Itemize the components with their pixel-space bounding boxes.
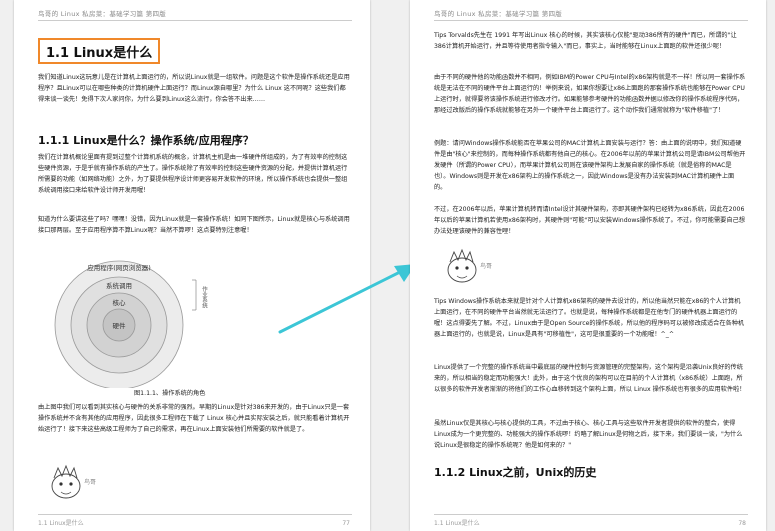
page-number: 77 <box>342 520 350 527</box>
paragraph: 由于不同的硬件他的功能函数并不相同，例如IBM的Power CPU与Intel的… <box>434 74 746 114</box>
chapter-title: 1.1 Linux是什么 <box>46 46 153 61</box>
footer-section: 1.1 Linux是什么 <box>434 520 480 527</box>
svg-text:鸟哥: 鸟哥 <box>480 262 492 270</box>
example-paragraph: 例题：请问Windows操作系统能否在苹果公司的MAC计算机上面安装与运行？答：… <box>434 140 746 191</box>
paragraph: Linux提供了一个完整的操作系统当中最底层的硬件控制与资源管理的完整架构，这个… <box>434 364 746 393</box>
tip-paragraph: Tips Torvalds先生在 1991 年写出Linux 核心的时候，其实该… <box>434 32 737 50</box>
diagram-label: 系统调用 <box>106 281 132 290</box>
footer-divider <box>38 514 352 515</box>
page-header: 鸟哥的 Linux 私房菜：基础学习篇 第四版 <box>434 10 563 18</box>
mascot-illustration: 鸟哥 <box>447 248 492 283</box>
paragraph: 由上图中我们可以看到其实核心与硬件的关系非常的强烈。早期的Linux是针对386… <box>38 404 350 433</box>
side-label: 作业系统 <box>201 285 208 310</box>
figure-caption: 图1.1.1、操作系统的角色 <box>134 390 206 397</box>
diagram-label: 应用程序(网页浏览器) <box>87 263 151 272</box>
paragraph: 不过，在2006年以后，苹果计算机转而请Intel设计其硬件架构，亦即其硬件架构… <box>434 206 745 235</box>
header-divider <box>434 20 748 21</box>
header-divider <box>38 20 352 21</box>
paragraph: 知道为什么要讲这些了吗？嘿嘿！没错，因为Linux就是一套操作系统！如同下图所示… <box>38 216 350 234</box>
section-heading: 1.1.2 Linux之前，Unix的历史 <box>434 466 597 479</box>
section-heading: 1.1.1 Linux是什么？操作系统/应用程序？ <box>38 134 254 147</box>
paragraph: 虽然Linux仅是其核心与核心提供的工具，不过由于核心、核心工具与这些软件开发者… <box>434 420 743 449</box>
diagram-label: 硬件 <box>113 321 127 330</box>
diagram-label: 核心 <box>113 298 127 307</box>
annotation-arrow <box>278 264 416 334</box>
svg-text:鸟哥: 鸟哥 <box>84 478 96 486</box>
os-layers-diagram: 应用程序(网页浏览器) 系统调用 核心 硬件 作业系统 <box>54 260 208 388</box>
page-number: 78 <box>738 520 746 527</box>
page-header: 鸟哥的 Linux 私房菜：基础学习篇 第四版 <box>38 10 167 18</box>
footer-section: 1.1 Linux是什么 <box>38 520 84 527</box>
tip-paragraph: Tips Windows操作系统本来就是针对个人计算机x86架构的硬件去设计的，… <box>434 298 745 338</box>
paragraph: 我们在计算机概论里面有提到过整个计算机系统的概念，计算机主机是由一堆硬件所组成的… <box>38 154 348 194</box>
footer-divider <box>434 514 748 515</box>
mascot-illustration: 鸟哥 <box>51 464 96 499</box>
right-page: 鸟哥的 Linux 私房菜：基础学习篇 第四版 Tips Torvalds先生在… <box>410 0 766 531</box>
paragraph: 我们知道Linux这玩意儿是在计算机上面运行的，所以说Linux就是一组软件。问… <box>38 74 350 103</box>
